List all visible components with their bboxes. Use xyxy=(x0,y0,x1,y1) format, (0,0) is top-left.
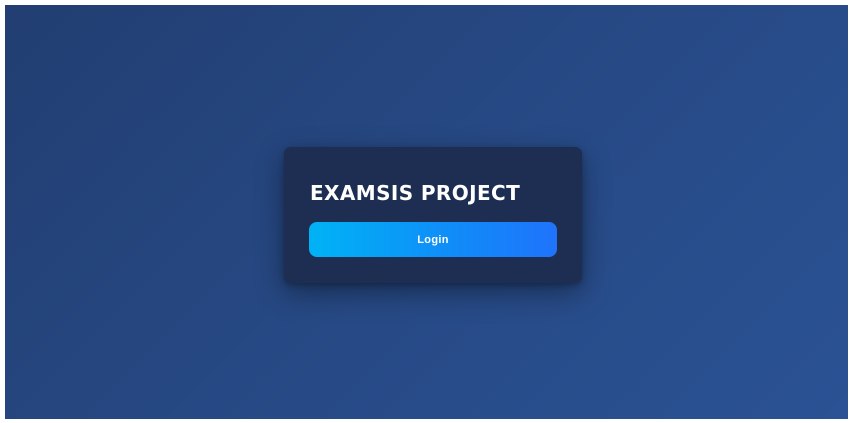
project-title: EXAMSIS PROJECT xyxy=(310,181,521,205)
login-card: EXAMSIS PROJECT Login xyxy=(284,147,582,283)
login-button[interactable]: Login xyxy=(309,222,557,257)
page-background: EXAMSIS PROJECT Login xyxy=(5,5,848,419)
